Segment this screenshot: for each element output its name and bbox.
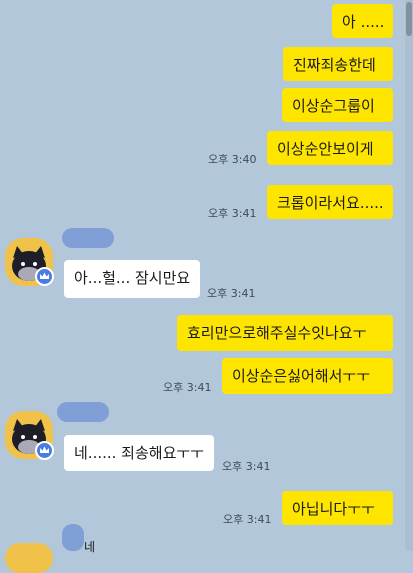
my-message-bubble[interactable]: 이상순안보이게 (267, 131, 393, 165)
message-timestamp: 오후 3:41 (223, 513, 272, 526)
my-message-bubble[interactable]: 진짜죄송한데 (283, 47, 393, 81)
my-message-bubble[interactable]: 아닙니다ㅜㅜ (282, 491, 393, 525)
message-timestamp: 오후 3:41 (207, 287, 256, 300)
partial-message-text: 네 (84, 540, 96, 554)
redacted-contact-name (57, 402, 109, 422)
my-message-bubble[interactable]: 이상순은싫어해서ㅜㅜ (222, 358, 393, 394)
my-message-bubble[interactable]: 효리만으로해주실수잇나요ㅜ (177, 315, 393, 351)
contact-avatar[interactable] (5, 543, 53, 573)
redacted-contact-name (62, 524, 84, 551)
message-timestamp: 오후 3:41 (208, 207, 257, 220)
scrollbar-thumb[interactable] (406, 2, 412, 36)
message-timestamp: 오후 3:41 (222, 460, 271, 473)
crown-badge-icon (35, 267, 54, 286)
my-message-bubble[interactable]: 이상순그룹이 (282, 88, 393, 122)
scrollbar[interactable] (405, 0, 413, 551)
their-message-bubble[interactable]: 네...... 죄송해요ㅜㅜ (64, 435, 214, 471)
my-message-bubble[interactable]: 아 ..... (332, 4, 393, 38)
redacted-contact-name (62, 228, 114, 248)
their-message-bubble[interactable]: 아...헐... 잠시만요 (64, 260, 200, 298)
my-message-bubble[interactable]: 크롭이라서요..... (267, 185, 393, 219)
crown-badge-icon (35, 441, 54, 460)
message-timestamp: 오후 3:40 (208, 153, 257, 166)
message-timestamp: 오후 3:41 (163, 381, 212, 394)
